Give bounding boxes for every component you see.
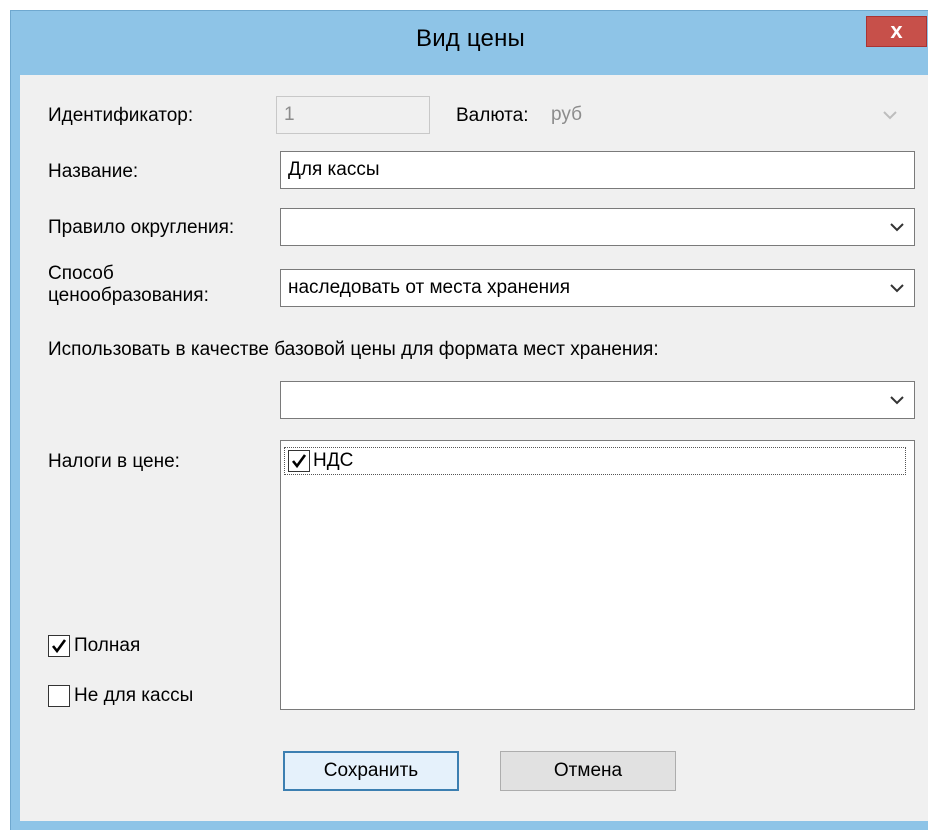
- pricing-label-line1: Способ: [48, 263, 114, 284]
- checkmark-icon: [51, 639, 67, 654]
- save-button[interactable]: Сохранить: [283, 751, 459, 791]
- base-price-label: Использовать в качестве базовой цены для…: [48, 339, 659, 360]
- currency-value: руб: [551, 104, 582, 125]
- checkmark-icon: [291, 454, 307, 469]
- not-for-cash-label: Не для кассы: [74, 685, 194, 706]
- taxes-label: Налоги в цене:: [48, 451, 180, 472]
- pricing-label-line2: ценообразования:: [48, 285, 209, 306]
- cancel-button[interactable]: Отмена: [500, 751, 676, 791]
- name-label: Название:: [48, 161, 139, 182]
- currency-select[interactable]: руб: [543, 96, 908, 134]
- tax-checkbox[interactable]: [288, 450, 310, 472]
- close-button[interactable]: x: [866, 16, 927, 47]
- tax-label: НДС: [313, 450, 354, 471]
- not-for-cash-checkbox[interactable]: [48, 685, 70, 707]
- dialog-window: Вид цены x Идентификатор: 1 Валюта: руб …: [10, 10, 928, 830]
- rounding-select[interactable]: [280, 208, 915, 246]
- chevron-down-icon: [879, 103, 901, 127]
- full-label: Полная: [74, 635, 141, 656]
- id-field[interactable]: 1: [276, 96, 430, 134]
- list-item[interactable]: НДС: [284, 447, 906, 475]
- pricing-method-value: наследовать от места хранения: [288, 277, 571, 298]
- base-price-select[interactable]: [280, 381, 915, 419]
- name-field[interactable]: Для кассы: [280, 151, 915, 189]
- chevron-down-icon: [886, 388, 908, 412]
- pricing-method-select[interactable]: наследовать от места хранения: [280, 269, 915, 307]
- currency-label: Валюта:: [456, 105, 529, 126]
- rounding-label: Правило округления:: [48, 217, 235, 238]
- close-icon: x: [890, 18, 903, 43]
- full-checkbox[interactable]: [48, 635, 70, 657]
- window-title: Вид цены: [415, 25, 525, 52]
- title-bar: Вид цены x: [11, 11, 928, 75]
- chevron-down-icon: [886, 276, 908, 300]
- pricing-label: Способ ценообразования:: [48, 263, 209, 307]
- taxes-list[interactable]: НДС: [280, 440, 915, 710]
- chevron-down-icon: [886, 215, 908, 239]
- dialog-body: Идентификатор: 1 Валюта: руб Название: Д…: [20, 75, 928, 821]
- id-label: Идентификатор:: [48, 105, 194, 126]
